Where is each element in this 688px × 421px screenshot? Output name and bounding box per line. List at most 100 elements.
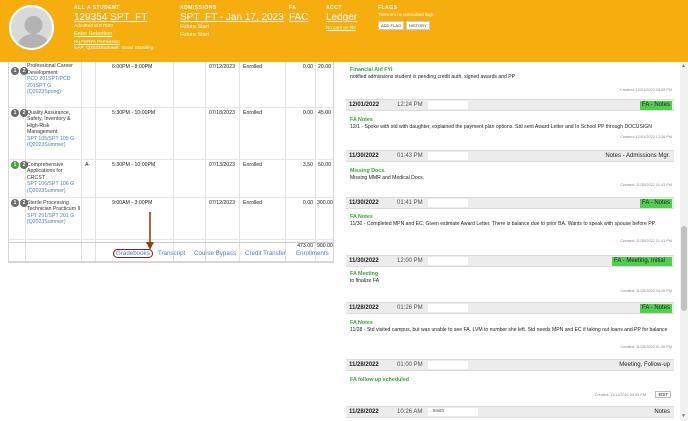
note-header[interactable]: 11/28/2022 01:26 PM FA - Notes: [346, 302, 674, 314]
note-date: 11/30/2022: [349, 200, 379, 206]
note-time: 01:26 PM: [397, 305, 423, 311]
course-cell: Quality Assurance, Safety, Inventory & H…: [27, 110, 81, 148]
note-text: notified admissions student is pending c…: [350, 74, 516, 80]
note-title: FA Notes: [350, 117, 373, 123]
course-tabs: Gradebooks Transcript Course Bypass Cred…: [0, 249, 340, 261]
note-type: Notes - Admissions Mgr.: [605, 153, 670, 159]
tab-course-bypass[interactable]: Course Bypass: [194, 250, 236, 257]
tab-enrollments[interactable]: Enrollments: [296, 250, 329, 257]
badge-1[interactable]: 1: [11, 161, 19, 169]
note-title: Missing Docs.: [350, 168, 386, 174]
note-created: Created: 11/30/2022 01:43 PM: [620, 183, 672, 187]
note-body: FA Notes 11/28 - Std visited campus, but…: [344, 320, 674, 334]
credits-cell: 0.00: [302, 64, 313, 70]
course-title: Sterile Processing Technician Practicum …: [27, 200, 81, 213]
course-title: Comprehensive Applications for CRCST: [27, 162, 64, 181]
ledger-link[interactable]: Ledger: [326, 12, 357, 24]
time-cell: 9:00AM - 3:00PM: [112, 200, 153, 206]
notes-panel: Financial Aid FYI notified admissions st…: [344, 62, 674, 421]
note-body: FA Meeting to finalize FA: [344, 271, 674, 285]
fa-link[interactable]: FAC: [289, 12, 308, 24]
note-header[interactable]: 11/30/2022 01:43 PM Notes - Admissions M…: [346, 150, 674, 162]
note-text: 11/30 - Completed MPN and EC. Given esti…: [350, 221, 656, 227]
table-row[interactable]: 12 (Q2023Spring) Professional Career Dev…: [9, 62, 333, 108]
status-cell: Enrolled: [243, 110, 263, 116]
student-id-link[interactable]: 129354 SPT_FT: [74, 12, 153, 24]
note-time: 10:26 AM: [397, 409, 423, 415]
scroll-up-icon[interactable]: ▲: [681, 63, 686, 69]
tab-gradebooks[interactable]: Gradebooks: [113, 249, 153, 258]
flags-label: FLAGS: [378, 5, 398, 11]
edit-button[interactable]: EDIT: [655, 391, 671, 398]
note-title: FA Meeting: [350, 271, 379, 277]
time-cell: 5:30PM - 10:00PM: [112, 110, 156, 116]
admissions-program-link[interactable]: SPT_FT - Jan 17, 2023: [180, 12, 284, 24]
course-code[interactable]: SPT 106/SPT 106 G (Q2023Summer): [27, 181, 81, 194]
fa-column: FA FAC: [289, 5, 308, 24]
scrollbar-thumb[interactable]: [681, 226, 687, 311]
acct-column: ACCT Ledger No card on file: [326, 5, 357, 32]
flag-history-button[interactable]: HISTORY: [406, 20, 430, 30]
note-time: 01:00 PM: [397, 362, 423, 368]
note-header[interactable]: 11/28/2022 10:26 AM . Smith Notes: [346, 406, 674, 418]
note-text: to finalize FA: [350, 278, 380, 284]
note-date: 12/01/2022: [349, 102, 380, 108]
credits-cell: 3.50: [302, 162, 313, 168]
course-code[interactable]: SPT 105/SPT 105 G (Q2023Summer): [27, 136, 81, 149]
note-body: FA Notes 12/1 - Spoke with std with daug…: [344, 117, 674, 131]
note-type: Notes: [654, 409, 670, 415]
note-type: Meeting, Follow-up: [619, 362, 670, 368]
table-row[interactable]: 12 Quality Assurance, Safety, Inventory …: [9, 108, 333, 160]
time-cell: 5:30PM - 10:00PM: [112, 162, 156, 168]
tab-credit-transfer[interactable]: Credit Transfer: [245, 250, 286, 257]
add-flag-button[interactable]: ADD FLAG: [378, 20, 405, 30]
course-code[interactable]: PCD 201SPT/PCD 201SPT G (Q2023Spring): [27, 76, 81, 95]
note-text: 11/28 - Std visited campus, but was unab…: [350, 327, 668, 333]
note-created: Created: 11/28/2022 04:26 PM: [620, 289, 672, 293]
note-date: 11/28/2022: [349, 409, 379, 415]
note-header[interactable]: 12/01/2022 12:24 PM FA - Notes: [346, 99, 674, 111]
note-header[interactable]: 11/30/2022 12:00 PM FA - Meeting, Initia…: [346, 255, 674, 267]
note-text: 12/1 - Spoke with std with daughter, exp…: [350, 124, 652, 130]
note-time: 12:00 PM: [397, 258, 423, 264]
acct-label: ACCT: [326, 5, 342, 11]
enter-retention-link[interactable]: Enter Retention: [74, 31, 153, 39]
note-title: FA Notes: [350, 320, 373, 326]
date-cell: 07/18/2023: [209, 110, 235, 116]
note-text: Missing MMR and Medical Docs.: [350, 175, 425, 181]
badge-1[interactable]: 1: [11, 67, 19, 75]
ferpa-link[interactable]: No FERPA Permission: [74, 38, 153, 46]
course-code[interactable]: SPT 201/SPT 201 G (Q2023Summer): [27, 213, 81, 226]
card-on-file-link[interactable]: No card on file: [326, 24, 357, 32]
table-row[interactable]: 12 Comprehensive Applications for CRCST …: [9, 160, 333, 198]
note-header[interactable]: 11/30/2022 01:41 PM FA - Notes: [346, 197, 674, 209]
note-created: Created: 11/28/2022 01:26 PM: [620, 345, 672, 349]
scroll-down-icon[interactable]: ▼: [681, 413, 686, 419]
amount-cell: 300.00: [317, 200, 333, 206]
note-type: FA - Notes: [639, 199, 672, 208]
note-title: FA Notes: [350, 214, 373, 220]
note-author: . Smith: [430, 408, 445, 413]
fa-label: FA: [289, 5, 297, 11]
tab-transcript[interactable]: Transcript: [158, 250, 185, 257]
date-cell: 07/13/2023: [209, 162, 235, 168]
note-title: Financial Aid FYI: [350, 67, 393, 73]
note-created: Created: 11/30/2022 01:41 PM: [620, 239, 672, 243]
course-cell: Comprehensive Applications for CRCST SPT…: [27, 162, 81, 194]
note-body: Financial Aid FYI notified admissions st…: [344, 67, 674, 81]
note-date: 11/30/2022: [349, 258, 379, 264]
status-cell: Enrolled: [243, 162, 263, 168]
sap-status: SAP: Q2023Summer: Good Standing: [74, 45, 154, 51]
admissions-label: ADMISSIONS: [180, 5, 217, 11]
note-header[interactable]: 11/28/2022 01:00 PM Meeting, Follow-up: [346, 359, 674, 371]
note-created: Created: 12/01/2022 03:26 PM: [620, 88, 672, 92]
table-row[interactable]: 12 Sterile Processing Technician Practic…: [9, 198, 333, 240]
note-type: FA - Meeting, Initial: [612, 257, 672, 266]
badge-1[interactable]: 1: [11, 109, 19, 117]
course-title: Professional Career Development: [27, 63, 73, 76]
badge-1[interactable]: 1: [11, 199, 19, 207]
status-cell: Enrolled: [243, 64, 263, 70]
date-cell: 07/12/2023: [209, 200, 235, 206]
note-time: 01:43 PM: [397, 153, 423, 159]
grade-cell: A-: [85, 162, 91, 168]
